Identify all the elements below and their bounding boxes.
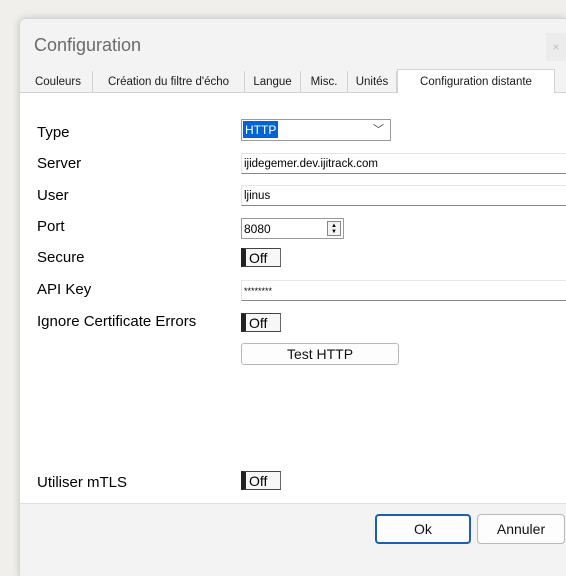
dialog-title: Configuration	[34, 35, 142, 55]
tab-unites[interactable]: Unités	[348, 71, 397, 93]
user-input[interactable]: ljinus	[241, 185, 566, 206]
secure-toggle[interactable]: Off	[241, 248, 281, 267]
port-stepper[interactable]: 8080 ▲ ▼	[241, 218, 344, 239]
tab-creation-filtre-echo[interactable]: Création du filtre d'écho	[93, 71, 245, 93]
cancel-button[interactable]: Annuler	[477, 514, 565, 544]
tab-configuration-distante[interactable]: Configuration distante	[397, 69, 555, 94]
tab-strip: Couleurs Création du filtre d'écho Langu…	[20, 69, 566, 94]
chevron-down-icon: ﹀	[373, 124, 384, 136]
user-label: User	[37, 187, 69, 204]
spin-down-icon[interactable]: ▼	[331, 229, 337, 235]
api-key-input[interactable]: ********	[241, 280, 566, 301]
port-value: 8080	[244, 221, 271, 236]
port-label: Port	[37, 218, 65, 235]
tab-langue[interactable]: Langue	[245, 71, 301, 93]
ok-button[interactable]: Ok	[375, 514, 471, 544]
type-selected-value: HTTP	[243, 121, 279, 138]
test-http-button[interactable]: Test HTTP	[241, 343, 399, 365]
mtls-toggle[interactable]: Off	[241, 471, 281, 490]
server-input[interactable]: ijidegemer.dev.ijitrack.com	[241, 153, 566, 174]
secure-label: Secure	[37, 249, 85, 266]
mtls-label: Utiliser mTLS	[37, 474, 128, 491]
tab-misc[interactable]: Misc.	[301, 71, 348, 93]
ignore-cert-label: Ignore Certificate Errors	[37, 313, 197, 330]
api-key-label: API Key	[37, 281, 92, 298]
tab-couleurs[interactable]: Couleurs	[24, 71, 93, 93]
dialog-footer: Ok Annuler	[20, 503, 566, 576]
port-spin-buttons[interactable]: ▲ ▼	[327, 221, 341, 236]
type-label: Type	[37, 124, 70, 141]
close-button[interactable]: ×	[546, 33, 566, 61]
server-label: Server	[37, 155, 82, 172]
close-icon: ×	[552, 40, 560, 54]
ignore-cert-toggle[interactable]: Off	[241, 313, 281, 332]
title-bar: Configuration ×	[20, 19, 566, 69]
type-select[interactable]: HTTP ﹀	[241, 119, 391, 141]
configuration-dialog: Configuration × Couleurs Création du fil…	[19, 18, 566, 576]
remote-config-panel: Type HTTP ﹀ Server ijidegemer.dev.ijitra…	[20, 93, 566, 503]
